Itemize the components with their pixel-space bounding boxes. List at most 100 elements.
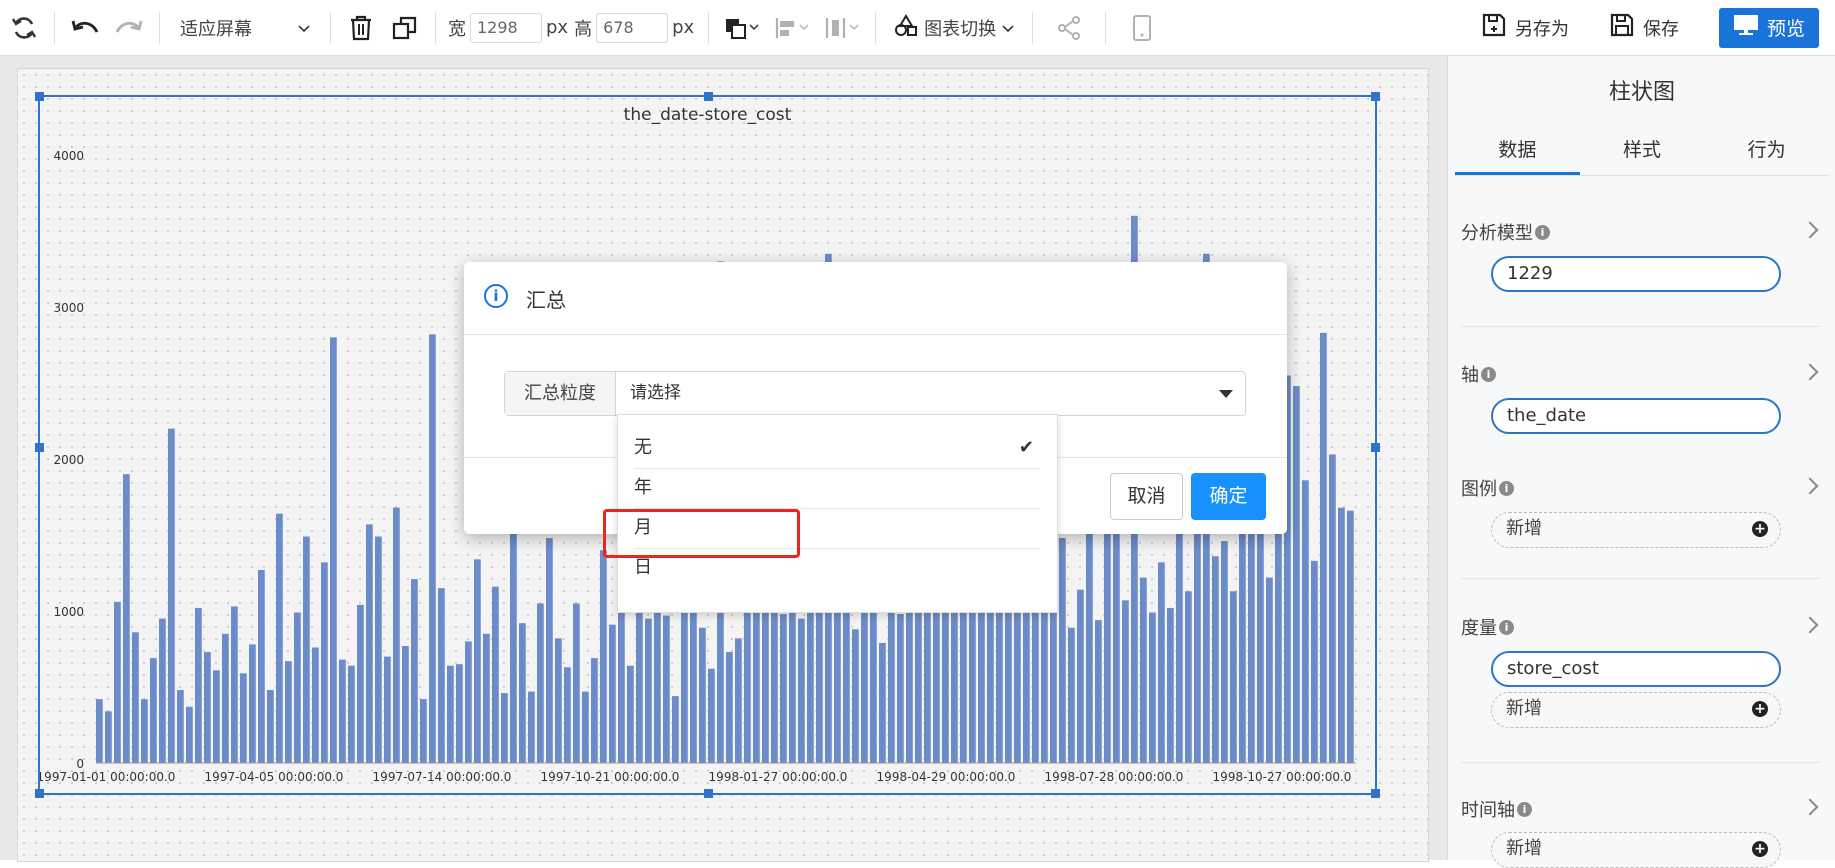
bar	[150, 658, 157, 763]
bar	[708, 668, 715, 763]
axis-field[interactable]: the_date	[1491, 398, 1781, 434]
bar	[564, 667, 571, 763]
chevron-right-icon[interactable]	[1801, 221, 1819, 239]
x-tick-label: 1997-01-01 00:00:00.0	[40, 770, 175, 784]
bar	[897, 614, 904, 763]
preview-label: 预览	[1766, 18, 1805, 40]
x-tick-label: 1998-04-29 00:00:00.0	[877, 770, 1016, 784]
plus-icon: +	[1752, 701, 1768, 717]
save-icon	[1609, 12, 1635, 43]
mobile-icon[interactable]	[1114, 0, 1170, 55]
bar	[231, 606, 238, 763]
bar	[267, 690, 274, 763]
bar	[834, 597, 841, 763]
toolbar-divider	[875, 11, 877, 44]
measure-add-button[interactable]: 新增 +	[1491, 692, 1781, 728]
x-tick-label: 1998-01-27 00:00:00.0	[709, 770, 848, 784]
option-year[interactable]: 年	[634, 468, 1040, 509]
toolbar-divider	[435, 11, 436, 44]
chevron-right-icon[interactable]	[1801, 477, 1819, 495]
plus-icon: +	[1752, 841, 1768, 857]
confirm-button[interactable]: 确定	[1191, 473, 1266, 520]
toolbar-divider	[54, 11, 55, 44]
bar	[177, 690, 184, 763]
model-section-label: 分析模型 i	[1461, 219, 1550, 245]
cancel-button[interactable]: 取消	[1110, 473, 1183, 520]
chevron-right-icon[interactable]	[1801, 798, 1819, 816]
bar	[1176, 533, 1183, 763]
bar	[141, 699, 148, 763]
bar	[168, 428, 175, 763]
bar	[285, 661, 292, 763]
bar	[1293, 386, 1300, 763]
share-icon[interactable]	[1041, 0, 1097, 55]
bar	[951, 612, 958, 763]
copy-icon[interactable]	[383, 0, 427, 55]
model-field[interactable]: 1229	[1491, 256, 1781, 292]
tab-style[interactable]: 样式	[1580, 132, 1705, 175]
bar	[258, 569, 265, 763]
bar	[663, 615, 670, 763]
align-left-icon[interactable]	[767, 0, 817, 55]
width-input[interactable]	[470, 12, 542, 43]
bar	[186, 706, 193, 763]
bar	[411, 579, 418, 763]
bar	[861, 603, 868, 763]
refresh-icon[interactable]	[2, 0, 46, 55]
bar	[375, 536, 382, 763]
check-icon: ✔	[1018, 437, 1034, 458]
info-icon: i	[1499, 619, 1514, 635]
tab-data[interactable]: 数据	[1455, 132, 1580, 175]
bar	[555, 638, 562, 763]
save-button[interactable]: 保存	[1609, 12, 1679, 43]
y-tick-label: 3000	[53, 301, 84, 315]
bar	[582, 691, 589, 763]
distribute-icon[interactable]	[817, 0, 867, 55]
legend-add-button[interactable]: 新增 +	[1491, 512, 1781, 548]
add-label: 新增	[1506, 698, 1542, 719]
bar	[483, 633, 490, 763]
option-none[interactable]: 无 ✔	[634, 428, 1040, 469]
bar	[771, 607, 778, 763]
width-unit: px	[546, 17, 569, 38]
bar	[780, 614, 787, 763]
bar	[339, 659, 346, 763]
bar	[303, 536, 310, 763]
bar	[1185, 591, 1192, 763]
delete-icon[interactable]	[339, 0, 383, 55]
measure-field[interactable]: store_cost	[1491, 651, 1781, 687]
y-tick-label: 1000	[53, 605, 84, 619]
bar	[735, 638, 742, 763]
timeline-add-button[interactable]: 新增 +	[1491, 832, 1781, 868]
height-input[interactable]	[596, 12, 669, 43]
granularity-select[interactable]: 请选择	[616, 372, 1245, 415]
chevron-right-icon[interactable]	[1801, 363, 1819, 381]
granularity-field: 汇总粒度 请选择	[504, 371, 1246, 416]
redo-icon[interactable]	[107, 0, 151, 55]
bar	[1149, 612, 1156, 763]
x-tick-label: 1997-04-05 00:00:00.0	[205, 770, 344, 784]
bar	[816, 607, 823, 763]
save-as-button[interactable]: 另存为	[1481, 12, 1569, 43]
bar	[114, 601, 121, 763]
layer-order-icon[interactable]	[717, 0, 767, 55]
option-label: 日	[634, 557, 652, 578]
tab-behavior[interactable]: 行为	[1704, 132, 1829, 175]
x-tick-label: 1998-07-28 00:00:00.0	[1045, 770, 1184, 784]
chevron-right-icon[interactable]	[1801, 616, 1819, 634]
toolbar-divider	[1032, 11, 1034, 44]
chart-switch-button[interactable]: 图表切换	[884, 13, 1024, 42]
bar	[438, 588, 445, 763]
save-as-label: 另存为	[1514, 18, 1569, 40]
highlight-box	[603, 509, 800, 558]
undo-icon[interactable]	[63, 0, 107, 55]
save-as-icon	[1481, 12, 1507, 43]
bar	[1221, 541, 1228, 763]
save-label: 保存	[1642, 18, 1679, 40]
bar	[807, 612, 814, 763]
zoom-select[interactable]: 适应屏幕	[168, 15, 322, 41]
info-icon: i	[1535, 224, 1550, 240]
panel-tabs: 数据 样式 行为	[1455, 132, 1829, 176]
bar	[132, 632, 139, 763]
preview-button[interactable]: 预览	[1718, 7, 1819, 48]
